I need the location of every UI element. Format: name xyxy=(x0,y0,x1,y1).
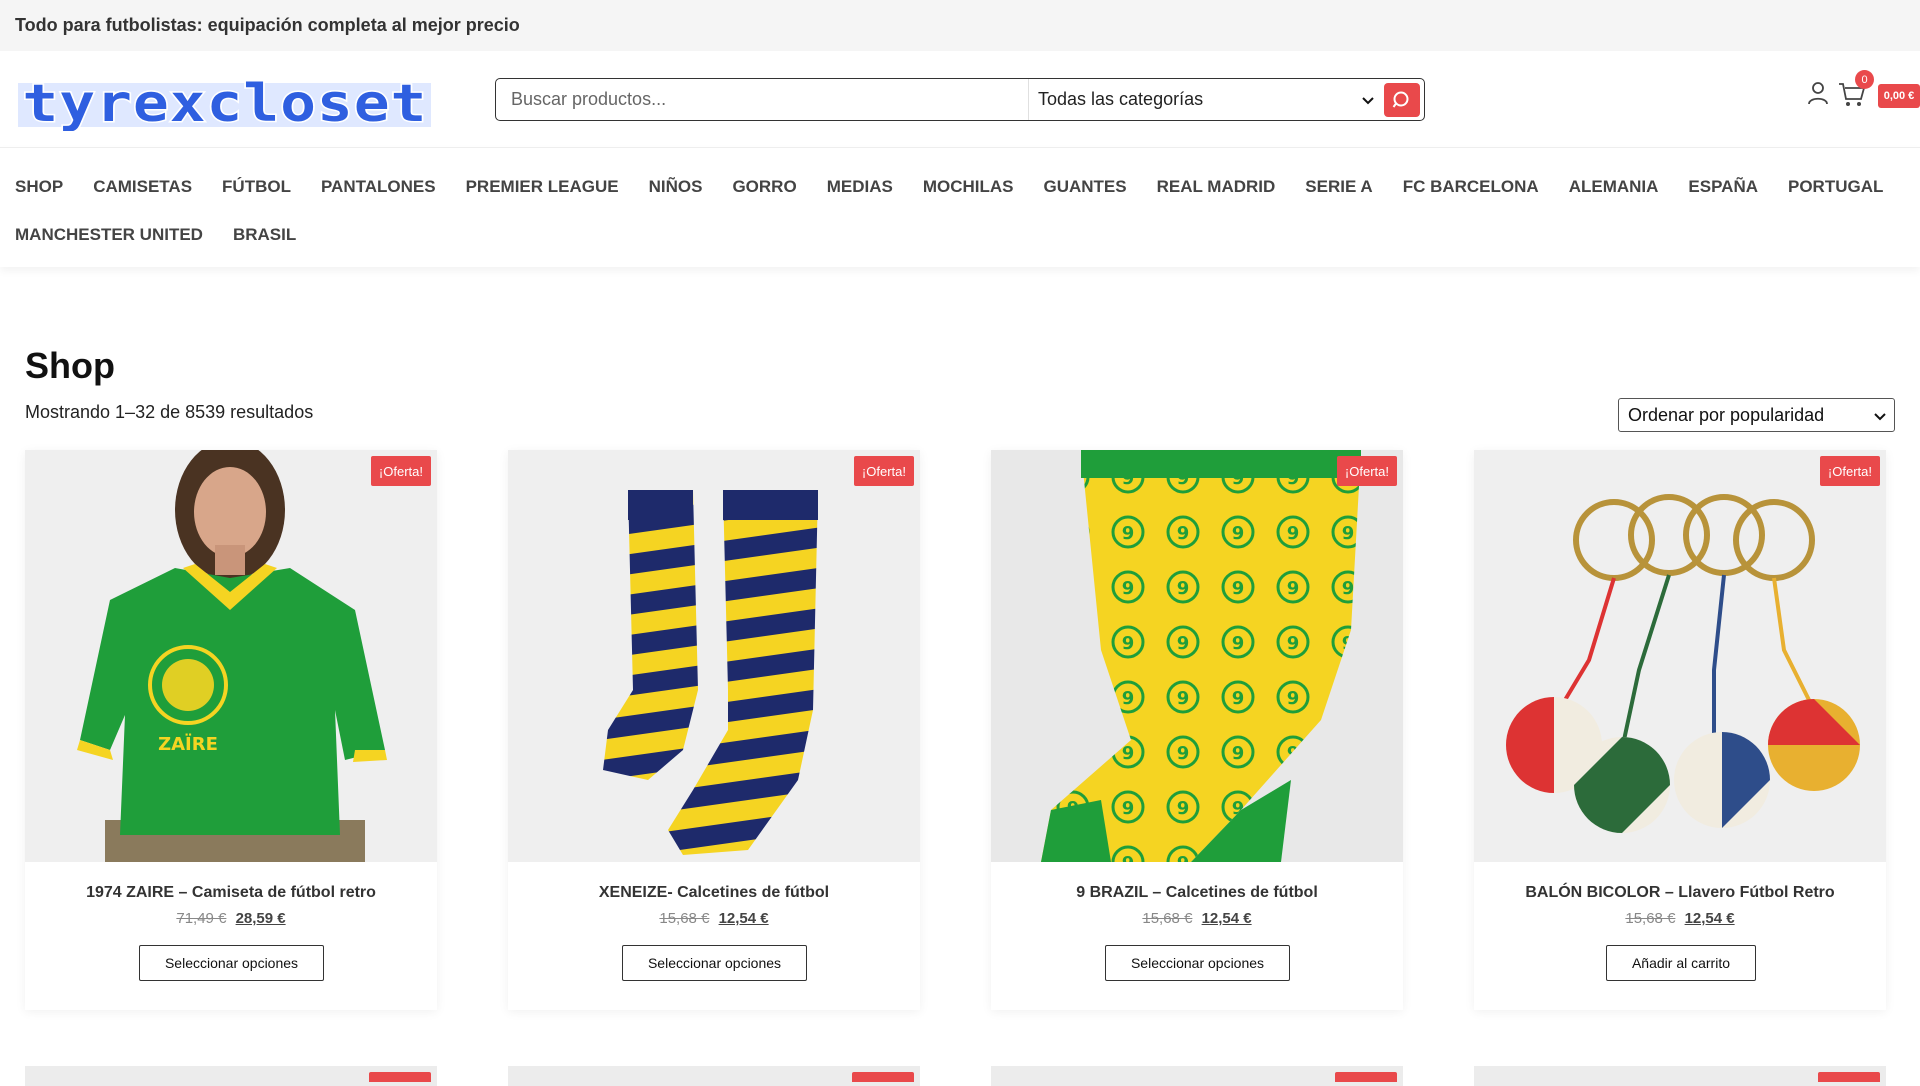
announcement-bar: Todo para futbolistas: equipación comple… xyxy=(0,0,1920,51)
product-card: 9 ¡Oferta! 9 BRAZIL – Calcetines de fútb… xyxy=(991,450,1403,1010)
product-image[interactable]: ZAÏRE ¡Oferta! xyxy=(25,450,437,862)
old-price: 15,68 € xyxy=(1142,910,1193,927)
svg-text:ZAÏRE: ZAÏRE xyxy=(158,733,218,755)
product-name[interactable]: 9 BRAZIL – Calcetines de fútbol xyxy=(991,884,1403,902)
search-button[interactable] xyxy=(1384,82,1420,117)
product-image[interactable]: ¡Oferta! xyxy=(508,450,920,862)
announcement-text: Todo para futbolistas: equipación comple… xyxy=(15,15,520,35)
new-price: 12,54 € xyxy=(718,910,769,927)
sale-badge: ¡Oferta! xyxy=(853,456,914,486)
product-card: ZAÏRE ¡Oferta! 1974 ZAIRE – Camiseta de … xyxy=(25,450,437,1010)
add-to-cart-button[interactable]: Añadir al carrito xyxy=(1606,945,1756,981)
sale-badge: ¡Oferta! xyxy=(1819,456,1880,486)
old-price: 15,68 € xyxy=(659,910,710,927)
nav-item-real-madrid[interactable]: REAL MADRID xyxy=(1157,163,1276,211)
nav-item-futbol[interactable]: FÚTBOL xyxy=(222,163,291,211)
sale-badge-partial xyxy=(369,1072,431,1082)
product-card: ¡Oferta! BALÓN BICOLOR – Llavero Fútbol … xyxy=(1474,450,1886,1010)
category-select-value: Todas las categorías xyxy=(1038,89,1204,109)
nav-item-shop[interactable]: SHOP xyxy=(15,163,63,211)
nav-item-brasil[interactable]: BRASIL xyxy=(233,211,296,259)
search-bar: Todas las categorías xyxy=(495,78,1425,121)
nav-item-manchester-united[interactable]: MANCHESTER UNITED xyxy=(15,211,203,259)
nav-item-camisetas[interactable]: CAMISETAS xyxy=(93,163,192,211)
product-price: 71,49 € 28,59 € xyxy=(25,910,437,927)
nav-item-serie-a[interactable]: SERIE A xyxy=(1305,163,1372,211)
nav-item-premier-league[interactable]: PREMIER LEAGUE xyxy=(466,163,619,211)
nav-item-alemania[interactable]: ALEMANIA xyxy=(1569,163,1659,211)
logo-text: tyrexcloset xyxy=(23,79,428,131)
sort-select[interactable]: Ordenar por popularidad xyxy=(1618,398,1895,432)
nav-item-ninos[interactable]: NIÑOS xyxy=(649,163,703,211)
nav-item-medias[interactable]: MEDIAS xyxy=(827,163,893,211)
product-name[interactable]: 1974 ZAIRE – Camiseta de fútbol retro xyxy=(25,884,437,902)
nav-item-mochilas[interactable]: MOCHILAS xyxy=(923,163,1014,211)
product-price: 15,68 € 12,54 € xyxy=(1474,910,1886,927)
new-price: 12,54 € xyxy=(1201,910,1252,927)
cart-count-badge: 0 xyxy=(1855,70,1874,89)
search-input[interactable] xyxy=(496,79,1028,120)
cart-total[interactable]: 0,00 € xyxy=(1878,84,1920,108)
nav-item-gorro[interactable]: GORRO xyxy=(732,163,796,211)
new-price: 28,59 € xyxy=(235,910,286,927)
chevron-down-icon xyxy=(1362,89,1374,110)
old-price: 15,68 € xyxy=(1625,910,1676,927)
sale-badge-partial xyxy=(852,1072,914,1082)
site-logo[interactable]: tyrexcloset xyxy=(18,73,433,136)
product-image[interactable]: 9 ¡Oferta! xyxy=(991,450,1403,862)
nav-item-portugal[interactable]: PORTUGAL xyxy=(1788,163,1883,211)
sale-badge: ¡Oferta! xyxy=(1336,456,1397,486)
nav-item-fc-barcelona[interactable]: FC BARCELONA xyxy=(1403,163,1539,211)
account-icon[interactable] xyxy=(1807,81,1829,105)
category-select[interactable]: Todas las categorías xyxy=(1028,79,1382,120)
nav-item-guantes[interactable]: GUANTES xyxy=(1043,163,1126,211)
result-count: Mostrando 1–32 de 8539 resultados xyxy=(25,402,314,422)
select-options-button[interactable]: Seleccionar opciones xyxy=(1105,945,1290,981)
chevron-down-icon xyxy=(1874,405,1886,426)
old-price: 71,49 € xyxy=(176,910,227,927)
sort-select-value: Ordenar por popularidad xyxy=(1628,404,1825,425)
select-options-button[interactable]: Seleccionar opciones xyxy=(139,945,324,981)
site-header: tyrexcloset Todas las categorías xyxy=(0,51,1920,147)
product-image[interactable]: ¡Oferta! xyxy=(1474,450,1886,862)
product-price: 15,68 € 12,54 € xyxy=(991,910,1403,927)
sale-badge-partial xyxy=(1335,1072,1397,1082)
new-price: 12,54 € xyxy=(1684,910,1735,927)
product-name[interactable]: BALÓN BICOLOR – Llavero Fútbol Retro xyxy=(1474,884,1886,902)
main-nav: SHOP CAMISETAS FÚTBOL PANTALONES PREMIER… xyxy=(0,147,1920,267)
product-price: 15,68 € 12,54 € xyxy=(508,910,920,927)
page-title: Shop xyxy=(25,345,115,386)
nav-item-espana[interactable]: ESPAÑA xyxy=(1688,163,1758,211)
nav-item-pantalones[interactable]: PANTALONES xyxy=(321,163,436,211)
sale-badge: ¡Oferta! xyxy=(370,456,431,486)
product-name[interactable]: XENEIZE- Calcetines de fútbol xyxy=(508,884,920,902)
select-options-button[interactable]: Seleccionar opciones xyxy=(622,945,807,981)
sale-badge-partial xyxy=(1818,1072,1880,1082)
search-icon xyxy=(1392,91,1409,108)
product-card: ¡Oferta! XENEIZE- Calcetines de fútbol 1… xyxy=(508,450,920,1010)
